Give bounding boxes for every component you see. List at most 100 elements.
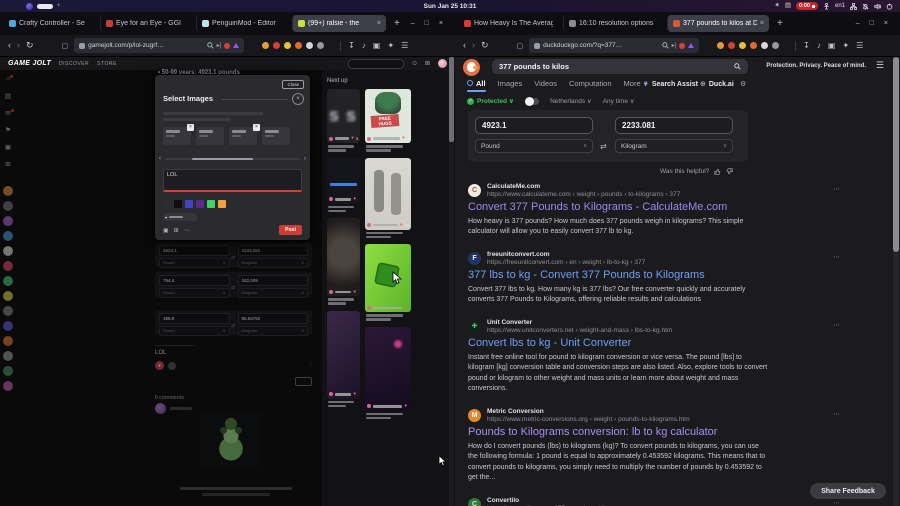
extension-triangle-icon[interactable]	[233, 43, 240, 48]
zoom-icon[interactable]	[661, 42, 669, 49]
result-title-link[interactable]: 377 lbs to kg - Convert 377 Pounds to Ki…	[468, 269, 780, 282]
extension-icon[interactable]	[262, 42, 270, 49]
new-tab-button[interactable]: +	[394, 18, 400, 29]
swap-units-icon[interactable]: ⇄	[600, 142, 607, 151]
workspace-pill[interactable]	[37, 3, 53, 9]
settings-gear-icon[interactable]: ⚙	[740, 80, 746, 88]
reload-button[interactable]: ↻	[481, 41, 489, 50]
browser-tab[interactable]: How Heavy Is The Average	[459, 15, 561, 32]
notifications-icon[interactable]: ⊙	[412, 61, 417, 67]
accessibility-icon[interactable]	[823, 2, 830, 10]
maximize-button[interactable]: □	[870, 20, 874, 27]
forward-button[interactable]: ›	[17, 41, 20, 50]
messages-icon[interactable]: ⊠	[425, 61, 430, 67]
extension-icon[interactable]	[295, 42, 303, 49]
scrollbar-thumb[interactable]	[893, 57, 899, 252]
reader-mode-icon[interactable]: ▸|	[217, 42, 222, 49]
nav-item[interactable]: DISCOVER	[59, 61, 89, 67]
site-info-icon[interactable]	[534, 42, 541, 49]
from-unit-select[interactable]: Pound ∨	[475, 139, 593, 153]
close-window-button[interactable]: ×	[439, 20, 443, 27]
thumbs-up-icon[interactable]	[714, 168, 721, 175]
menu-icon[interactable]: ☰	[856, 41, 863, 50]
reload-button[interactable]: ↻	[26, 41, 34, 50]
highlight-icon[interactable]: ✦	[387, 41, 394, 50]
result-input[interactable]: 2233.081	[615, 117, 733, 134]
search-icon[interactable]	[734, 63, 741, 70]
result-menu-icon[interactable]: ⋯	[833, 253, 840, 261]
extension-icon[interactable]	[717, 42, 725, 49]
distro-logo-icon[interactable]	[26, 2, 33, 10]
extension-triangle-icon[interactable]	[688, 43, 695, 48]
stop-icon[interactable]	[811, 4, 815, 8]
serp-tab[interactable]: Images	[498, 79, 523, 92]
browser-tab[interactable]: Crafty Controller - Se	[4, 15, 98, 32]
close-window-button[interactable]: ×	[884, 20, 888, 27]
result-url[interactable]: https://www.calculateme.com › weight › p…	[487, 191, 840, 199]
screen-recorder-badge[interactable]: 0:00	[795, 2, 818, 10]
back-button[interactable]: ‹	[8, 41, 11, 50]
thumbs-down-icon[interactable]	[726, 168, 733, 175]
search-input[interactable]: 377 pounds to kilos	[492, 59, 748, 74]
reader-mode-icon[interactable]: ▸|	[672, 42, 677, 49]
extension-icon[interactable]	[772, 42, 780, 49]
scrollbar-thumb[interactable]	[449, 57, 454, 142]
duck-ai-button[interactable]: ⊕ Duck.ai	[700, 80, 734, 89]
result-menu-icon[interactable]: ⋯	[833, 499, 840, 506]
result-site[interactable]: freeunitconvert.com	[487, 251, 840, 259]
highlight-icon[interactable]: ✦	[842, 41, 849, 50]
network-icon[interactable]	[850, 2, 857, 10]
browser-tab[interactable]: (99+) ralsie - the ×	[292, 15, 386, 32]
serp-tab[interactable]: Computation	[569, 79, 612, 92]
gamejolt-search-input[interactable]	[347, 58, 404, 69]
volume-icon[interactable]	[874, 3, 881, 10]
extension-icon[interactable]	[306, 42, 314, 49]
adblock-shield-icon[interactable]	[224, 42, 231, 49]
extension-icon[interactable]	[728, 42, 736, 49]
url-bar[interactable]: duckduckgo.com/?q=377… ▸|	[529, 38, 700, 53]
result-url[interactable]: https://freeunitconvert.com › en › weigh…	[487, 259, 840, 267]
keyboard-layout[interactable]: en1	[835, 3, 845, 9]
duckduckgo-logo[interactable]	[463, 59, 480, 76]
time-filter[interactable]: Any time ∨	[603, 97, 635, 105]
url-text[interactable]: gamejolt.com/p/lol-zugrf…	[88, 42, 203, 49]
post-tile[interactable]: FREE HUGS ♥ 4	[365, 89, 411, 143]
screenshot-icon[interactable]: ▣	[828, 41, 836, 50]
result-title-link[interactable]: Convert lbs to kg - Unit Converter	[468, 337, 780, 350]
result-title-link[interactable]: Convert 377 Pounds to Kilograms - Calcul…	[468, 201, 780, 214]
tab-close-icon[interactable]: ×	[760, 20, 764, 27]
extension-icon[interactable]	[750, 42, 758, 49]
post-tile[interactable]: ♥ 34	[365, 157, 411, 230]
media-icon[interactable]: ♪	[817, 41, 821, 50]
minimize-button[interactable]: –	[856, 20, 860, 27]
url-bar[interactable]: gamejolt.com/p/lol-zugrf… ▸|	[74, 38, 245, 53]
post-tile[interactable]: ♥	[327, 157, 360, 204]
post-tile[interactable]: S S ♥ 3	[327, 89, 360, 143]
share-feedback-button[interactable]: Share Feedback	[810, 483, 886, 499]
region-toggle[interactable]	[525, 96, 540, 106]
region-filter[interactable]: Netherlands ∨	[550, 97, 592, 105]
clock[interactable]: Sun Jan 25 10:31	[0, 3, 900, 10]
post-tile[interactable]: ♥	[327, 310, 360, 399]
browser-tab[interactable]: 16:10 resolution options	[563, 15, 665, 32]
post-tile[interactable]: ♥	[327, 218, 360, 296]
nav-item[interactable]: STORE	[97, 61, 117, 67]
gamejolt-logo[interactable]: GAME JOLT	[8, 60, 51, 67]
protected-filter[interactable]: ✓ Protected ∨	[467, 97, 514, 105]
screenshot-icon[interactable]: ▣	[373, 41, 381, 50]
result-site[interactable]: Metric Conversion	[487, 408, 840, 416]
browser-tab[interactable]: 377 pounds to kilos at D ×	[667, 15, 769, 32]
forward-button[interactable]: ›	[472, 41, 475, 50]
sidebar-toggle-icon[interactable]: ▢	[517, 42, 524, 50]
extension-icon[interactable]	[284, 42, 292, 49]
new-tab-button[interactable]: +	[777, 18, 783, 29]
extension-icon[interactable]: ✶	[774, 2, 779, 10]
extension-icon[interactable]	[273, 42, 281, 49]
result-title-link[interactable]: Pounds to Kilograms conversion: lb to kg…	[468, 426, 780, 439]
zoom-icon[interactable]	[206, 42, 214, 49]
modal-backdrop[interactable]	[0, 70, 322, 506]
menu-icon[interactable]: ☰	[876, 60, 884, 71]
maximize-button[interactable]: □	[425, 20, 429, 27]
extension-icon[interactable]	[317, 42, 325, 49]
browser-tab[interactable]: PenguinMod - Editor	[196, 15, 290, 32]
